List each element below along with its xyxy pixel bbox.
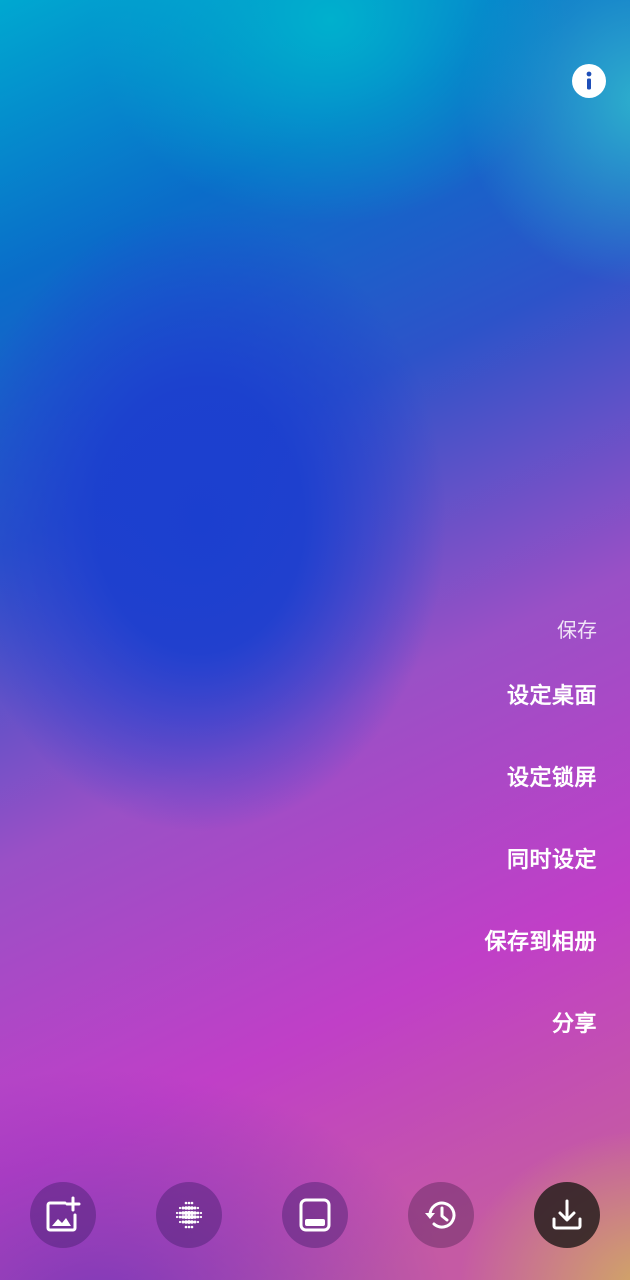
bottom-toolbar [0, 1182, 630, 1248]
add-image-button[interactable] [30, 1182, 96, 1248]
save-to-album-item[interactable]: 保存到相册 [297, 902, 597, 984]
share-item[interactable]: 分享 [297, 984, 597, 1066]
info-icon [586, 71, 592, 90]
pattern-button[interactable] [156, 1182, 222, 1248]
save-menu: 保存 设定桌面 设定锁屏 同时设定 保存到相册 分享 [297, 604, 597, 1066]
download-icon [552, 1199, 582, 1230]
set-lock-screen-item[interactable]: 设定锁屏 [297, 738, 597, 820]
set-both-item[interactable]: 同时设定 [297, 820, 597, 902]
menu-header: 保存 [557, 618, 597, 642]
dot-pattern-icon [175, 1201, 203, 1229]
phone-preview-icon [299, 1198, 331, 1232]
history-button[interactable] [408, 1182, 474, 1248]
add-image-icon [46, 1196, 81, 1232]
download-button[interactable] [534, 1182, 600, 1248]
info-button[interactable] [572, 64, 606, 98]
set-home-screen-item[interactable]: 设定桌面 [297, 656, 597, 738]
preview-button[interactable] [282, 1182, 348, 1248]
history-icon [425, 1201, 456, 1229]
